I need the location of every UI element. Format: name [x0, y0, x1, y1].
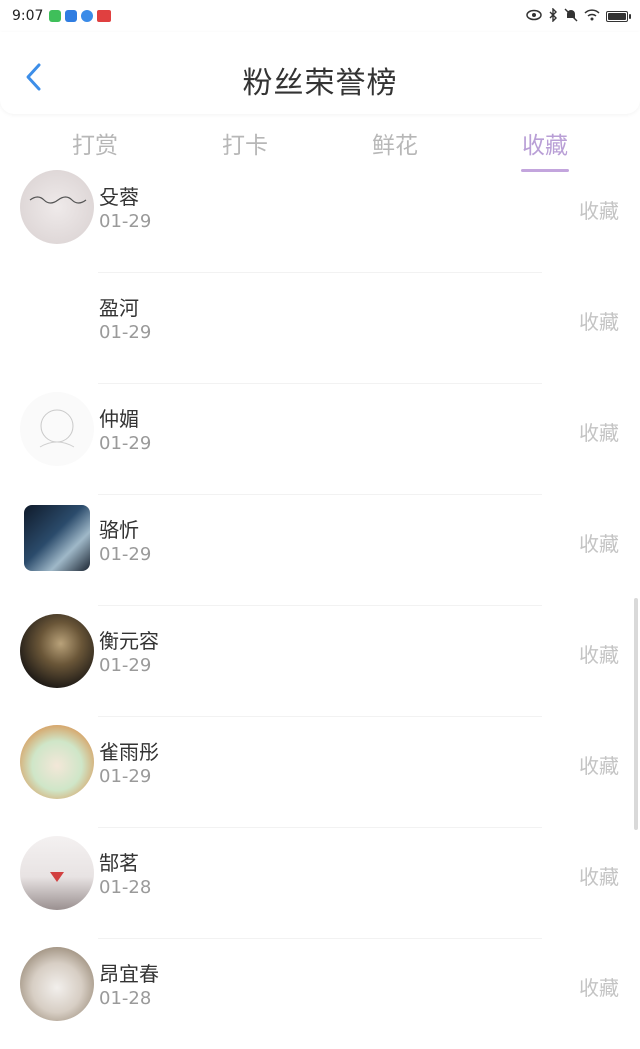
fan-date: 01-28 [99, 988, 152, 1009]
fan-date: 01-28 [99, 877, 152, 898]
avatar [24, 505, 90, 571]
row-divider [98, 827, 542, 828]
avatar [20, 281, 94, 355]
mute-bell-icon [564, 8, 578, 25]
fan-date: 01-29 [99, 544, 152, 565]
fan-name: 昂宜春 [99, 962, 159, 986]
bluetooth-icon [548, 6, 558, 25]
avatar [20, 170, 94, 244]
tab-label: 收藏 [522, 133, 568, 159]
list-item[interactable]: 郜茗 01-28 收藏 [0, 827, 640, 938]
row-divider [98, 383, 542, 384]
fan-name: 骆忻 [99, 518, 139, 542]
fan-date: 01-29 [99, 766, 152, 787]
avatar [20, 947, 94, 1021]
fan-action: 收藏 [579, 421, 619, 445]
fan-action: 收藏 [579, 310, 619, 334]
fan-date: 01-29 [99, 433, 152, 454]
list-item[interactable]: 仲媚 01-29 收藏 [0, 383, 640, 494]
list-item[interactable]: 昂宜春 01-28 收藏 [0, 938, 640, 1049]
battery-icon [606, 10, 631, 22]
app-blue-icon [65, 10, 78, 22]
scrollbar[interactable] [634, 598, 638, 830]
fan-action: 收藏 [579, 532, 619, 556]
list-item[interactable]: 殳蓉 01-29 收藏 [0, 161, 640, 272]
row-divider [98, 716, 542, 717]
header-bar: 粉丝荣誉榜 [0, 32, 640, 114]
fan-action: 收藏 [579, 976, 619, 1000]
fan-list: 殳蓉 01-29 收藏 盈河 01-29 收藏 仲媚 01-29 收藏 骆忻 0… [0, 170, 640, 1049]
fan-name: 雀雨彤 [99, 740, 159, 764]
fan-action: 收藏 [579, 643, 619, 667]
wifi-icon [584, 8, 600, 24]
list-item[interactable]: 骆忻 01-29 收藏 [0, 494, 640, 605]
status-indicators [526, 6, 631, 25]
status-bar: 9:07 [0, 0, 640, 32]
list-item[interactable]: 盈河 01-29 收藏 [0, 272, 640, 383]
avatar [20, 614, 94, 688]
status-time: 9:07 [12, 8, 44, 24]
avatar [20, 725, 94, 799]
wechat-icon [49, 10, 62, 22]
avatar [20, 836, 94, 910]
fan-name: 衡元容 [99, 629, 159, 653]
avatar [20, 392, 94, 466]
list-item[interactable]: 衡元容 01-29 收藏 [0, 605, 640, 716]
row-divider [98, 605, 542, 606]
fan-date: 01-29 [99, 655, 152, 676]
tab-label: 打赏 [72, 133, 118, 159]
browser-icon [81, 10, 94, 22]
tab-label: 鲜花 [372, 133, 418, 159]
fan-action: 收藏 [579, 754, 619, 778]
eye-icon [526, 9, 542, 24]
tab-label: 打卡 [222, 133, 268, 159]
fan-name: 殳蓉 [99, 185, 139, 209]
fan-name: 郜茗 [99, 851, 139, 875]
row-divider [98, 272, 542, 273]
fan-name: 仲媚 [99, 407, 139, 431]
fan-action: 收藏 [579, 865, 619, 889]
page-title: 粉丝荣誉榜 [242, 66, 398, 101]
list-item[interactable]: 雀雨彤 01-29 收藏 [0, 716, 640, 827]
fan-date: 01-29 [99, 322, 152, 343]
row-divider [98, 494, 542, 495]
fan-action: 收藏 [579, 199, 619, 223]
fan-name: 盈河 [99, 296, 139, 320]
fan-date: 01-29 [99, 211, 152, 232]
app-red-icon [97, 10, 112, 22]
row-divider [98, 938, 542, 939]
